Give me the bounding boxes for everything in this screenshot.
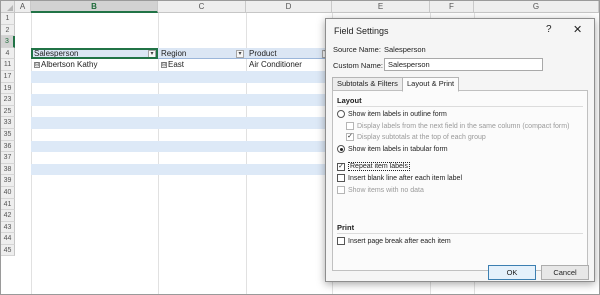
- source-name-label: Source Name:: [333, 45, 381, 54]
- print-section-title: Print: [337, 223, 355, 232]
- pivot-banded-row: [31, 163, 332, 176]
- row-header[interactable]: 35: [1, 128, 15, 141]
- close-icon[interactable]: ✕: [573, 23, 582, 36]
- pivot-banded-row: [31, 71, 332, 83]
- tab-subtotals-filters[interactable]: Subtotals & Filters: [332, 77, 403, 91]
- layout-section-title: Layout: [337, 96, 362, 105]
- ok-button[interactable]: OK: [488, 265, 536, 280]
- compact-form-checkbox[interactable]: [346, 122, 354, 130]
- row-header[interactable]: 1: [1, 13, 15, 25]
- print-section-rule: [337, 233, 583, 234]
- column-header-f[interactable]: F: [430, 1, 474, 13]
- row-header[interactable]: 44: [1, 233, 15, 245]
- help-icon[interactable]: ?: [546, 24, 552, 35]
- collapse-icon[interactable]: ⊟: [161, 62, 167, 69]
- row-headers: 1 2 3 4 11 17 19 23 25 33 35 36 37 38 39…: [1, 13, 15, 257]
- row-header[interactable]: 3: [1, 36, 15, 48]
- repeat-labels-checkbox[interactable]: ✓: [337, 162, 345, 171]
- layout-print-panel: Layout Show item labels in outline form …: [332, 90, 588, 271]
- collapse-icon[interactable]: ⊟: [34, 62, 40, 69]
- active-cell-outline: [31, 47, 158, 60]
- blank-line-label: Insert blank line after each item label: [348, 174, 463, 182]
- blank-line-checkbox[interactable]: [337, 174, 345, 182]
- column-header-a[interactable]: A: [15, 1, 31, 13]
- pivot-banded-row: [31, 94, 332, 106]
- custom-name-input[interactable]: [384, 58, 543, 71]
- row-header[interactable]: 2: [1, 24, 15, 37]
- row-header[interactable]: 17: [1, 70, 15, 83]
- compact-form-label: Display labels from the next field in th…: [357, 122, 570, 130]
- row-header[interactable]: 37: [1, 152, 15, 164]
- pivot-row-product[interactable]: Air Conditioner: [249, 59, 302, 71]
- row-header[interactable]: 43: [1, 221, 15, 234]
- column-header-d[interactable]: D: [246, 1, 332, 13]
- subtotals-top-option[interactable]: ✓ Display subtotals at the top of each g…: [346, 133, 486, 141]
- row-header[interactable]: 11: [1, 59, 15, 71]
- row-header[interactable]: 40: [1, 186, 15, 199]
- subtotals-top-label: Display subtotals at the top of each gro…: [357, 133, 486, 141]
- row-header[interactable]: 42: [1, 210, 15, 222]
- row-header[interactable]: 36: [1, 140, 15, 153]
- pivot-banded-row: [31, 140, 332, 153]
- select-all-corner[interactable]: [1, 1, 15, 13]
- tabular-form-option[interactable]: Show item labels in tabular form: [337, 145, 448, 153]
- page-break-label: Insert page break after each item: [348, 237, 451, 245]
- column-header-b[interactable]: B: [31, 1, 158, 13]
- repeat-labels-label: Repeat item labels: [348, 162, 410, 171]
- dialog-title: Field Settings: [334, 26, 389, 36]
- outline-form-option[interactable]: Show item labels in outline form: [337, 110, 447, 118]
- pivot-header-region[interactable]: Region: [161, 48, 186, 60]
- row-header[interactable]: 39: [1, 175, 15, 187]
- compact-form-option[interactable]: Display labels from the next field in th…: [346, 122, 569, 130]
- custom-name-label: Custom Name:: [333, 61, 384, 70]
- select-all-triangle: [7, 5, 13, 11]
- row-header[interactable]: 38: [1, 163, 15, 176]
- row-header[interactable]: 25: [1, 105, 15, 118]
- tabular-form-label: Show item labels in tabular form: [348, 145, 448, 153]
- row-header[interactable]: 33: [1, 117, 15, 129]
- outline-form-label: Show item labels in outline form: [348, 110, 447, 118]
- pivot-row-salesperson[interactable]: ⊟ Albertson Kathy: [34, 59, 97, 71]
- tabular-form-radio[interactable]: [337, 145, 345, 153]
- cancel-button[interactable]: Cancel: [541, 265, 589, 280]
- row-header[interactable]: 41: [1, 198, 15, 211]
- row-header[interactable]: 23: [1, 94, 15, 106]
- salesperson-value: Albertson Kathy: [41, 60, 98, 70]
- column-header-c[interactable]: C: [158, 1, 246, 13]
- tab-layout-print[interactable]: Layout & Print: [402, 77, 460, 92]
- row-header[interactable]: 45: [1, 244, 15, 257]
- source-name-value: Salesperson: [384, 45, 426, 54]
- pivot-row-region[interactable]: ⊟ East: [161, 59, 184, 71]
- region-value: East: [168, 60, 185, 70]
- no-data-checkbox[interactable]: [337, 186, 345, 194]
- no-data-option[interactable]: Show items with no data: [337, 186, 424, 194]
- column-header-g[interactable]: G: [474, 1, 599, 13]
- field-settings-dialog: Field Settings ? ✕ Source Name: Salesper…: [325, 18, 595, 282]
- pivot-header-product[interactable]: Product: [249, 48, 277, 60]
- page-break-checkbox[interactable]: [337, 237, 345, 245]
- subtotals-top-checkbox[interactable]: ✓: [346, 133, 354, 141]
- layout-section-rule: [337, 106, 583, 107]
- region-filter-dropdown[interactable]: ▾: [236, 49, 244, 58]
- pivot-banded-row: [31, 117, 332, 129]
- column-headers: A B C D E F G: [15, 1, 599, 13]
- no-data-label: Show items with no data: [348, 186, 424, 194]
- page-break-option[interactable]: Insert page break after each item: [337, 237, 451, 245]
- blank-line-option[interactable]: Insert blank line after each item label: [337, 174, 462, 182]
- column-header-e[interactable]: E: [332, 1, 430, 13]
- outline-form-radio[interactable]: [337, 110, 345, 118]
- row-header[interactable]: 19: [1, 82, 15, 95]
- row-header[interactable]: 4: [1, 47, 15, 60]
- repeat-labels-option[interactable]: ✓ Repeat item labels: [337, 162, 410, 171]
